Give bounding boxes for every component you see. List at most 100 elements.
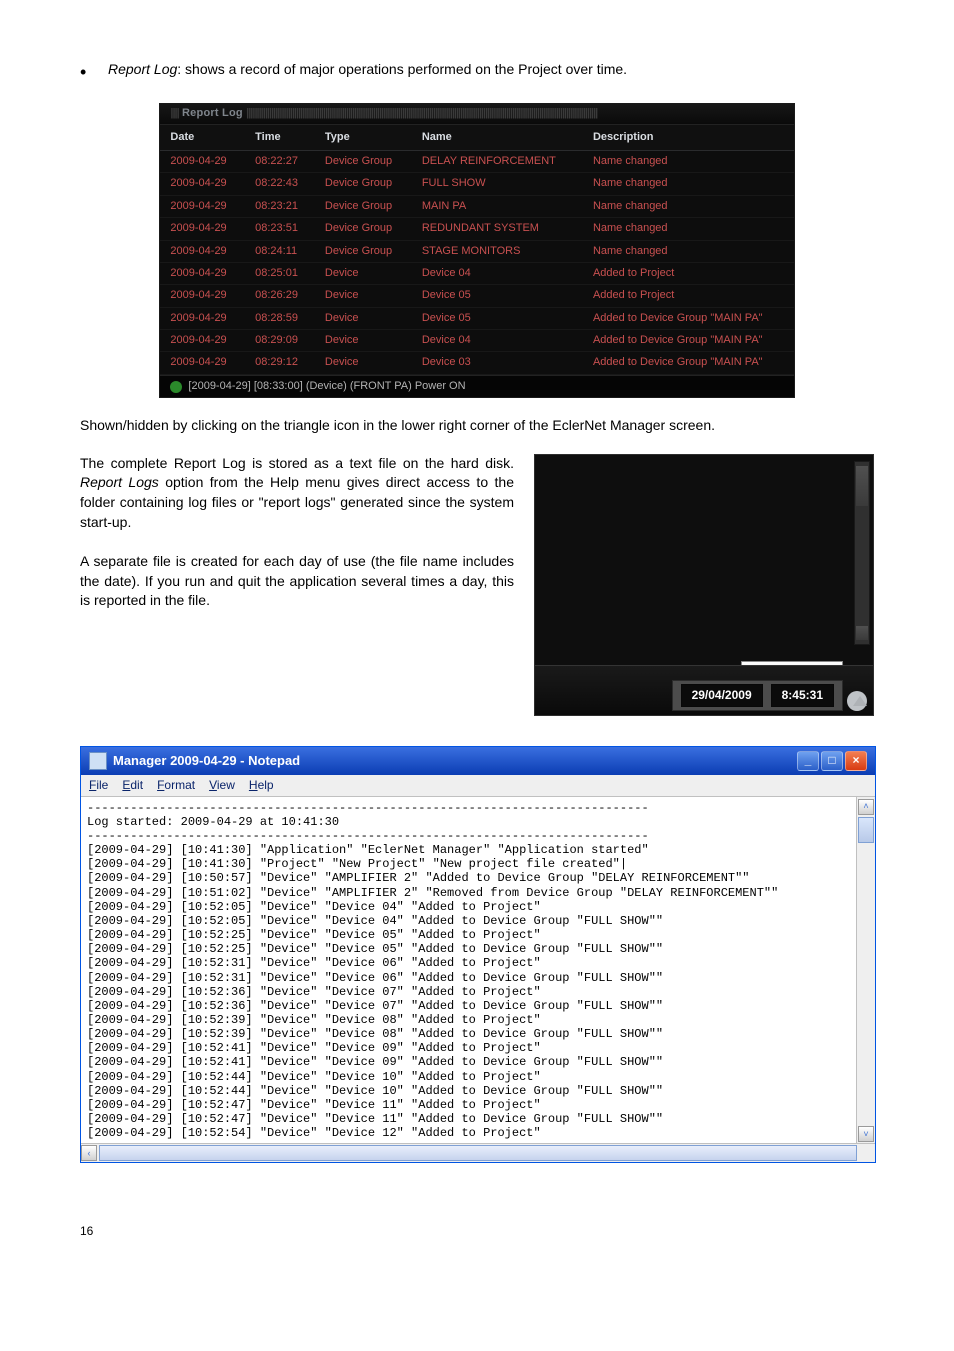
report-log-row[interactable]: 2009-04-2908:25:01DeviceDevice 04Added t… [160,262,793,284]
report-log-header[interactable]: Time [245,125,315,151]
report-log-row[interactable]: 2009-04-2908:23:21Device GroupMAIN PANam… [160,195,793,217]
report-log-cell: 08:26:29 [245,285,315,307]
report-log-title: Report Log [182,107,243,119]
para2-italic: Report Logs [80,474,159,490]
status-ok-icon [170,381,182,393]
report-log-cell: FULL SHOW [412,173,583,195]
menu-item-edit[interactable]: Edit [122,777,143,794]
para-report-log-storage: The complete Report Log is stored as a t… [80,454,514,532]
report-log-cell: Name changed [583,240,794,262]
notepad-menu-bar: File Edit Format View Help [81,775,875,797]
mini-scroll-thumb-top[interactable] [856,466,868,506]
report-log-header[interactable]: Type [315,125,412,151]
report-log-row[interactable]: 2009-04-2908:26:29DeviceDevice 05Added t… [160,285,793,307]
report-log-cell: 08:22:27 [245,150,315,172]
report-log-cell: 2009-04-29 [160,307,245,329]
hscroll-thumb[interactable] [99,1145,857,1161]
bullet-icon: • [80,60,108,85]
report-log-cell: Device Group [315,150,412,172]
notepad-titlebar[interactable]: Manager 2009-04-29 - Notepad _ □ × [81,747,875,775]
menu-item-file[interactable]: File [89,777,108,794]
report-log-cell: 2009-04-29 [160,262,245,284]
report-log-header[interactable]: Description [583,125,794,151]
report-log-cell: Device [315,285,412,307]
report-log-cell: Device [315,330,412,352]
notepad-vscroll[interactable]: ˄ ˅ [856,797,875,1145]
scroll-down-icon[interactable]: ˅ [858,1126,874,1142]
stripe-right: ||||||||||||||||||||||||||||||||||||||||… [246,107,597,119]
report-log-row[interactable]: 2009-04-2908:29:12DeviceDevice 03Added t… [160,352,793,374]
mini-clock: 29/04/2009 8:45:31 [672,680,843,711]
report-log-cell: STAGE MONITORS [412,240,583,262]
para-shown-hidden: Shown/hidden by clicking on the triangle… [80,416,874,436]
para-separate-file: A separate file is created for each day … [80,552,514,611]
report-log-cell: 08:29:12 [245,352,315,374]
notepad-window: Manager 2009-04-29 - Notepad _ □ × File E… [80,746,876,1164]
report-log-cell: 08:24:11 [245,240,315,262]
mini-scroll-thumb-bottom[interactable] [856,626,868,640]
report-log-row[interactable]: 2009-04-2908:23:51Device GroupREDUNDANT … [160,218,793,240]
report-log-cell: 08:28:59 [245,307,315,329]
report-log-cell: Added to Project [583,262,794,284]
report-log-cell: Added to Project [583,285,794,307]
report-log-cell: Device [315,307,412,329]
report-log-cell: Device Group [315,173,412,195]
report-log-row[interactable]: 2009-04-2908:22:27Device GroupDELAY REIN… [160,150,793,172]
report-log-cell: Device 04 [412,330,583,352]
mini-statusbar: 29/04/2009 8:45:31 [535,665,873,715]
intro-label: Report Log [108,61,177,77]
report-log-cell: REDUNDANT SYSTEM [412,218,583,240]
report-log-cell: 2009-04-29 [160,173,245,195]
minimize-button[interactable]: _ [797,751,819,771]
menu-item-format[interactable]: Format [157,777,195,794]
report-log-header[interactable]: Name [412,125,583,151]
report-log-cell: Device Group [315,240,412,262]
scroll-up-icon[interactable]: ˄ [858,799,874,815]
report-log-row[interactable]: 2009-04-2908:28:59DeviceDevice 05Added t… [160,307,793,329]
report-log-cell: 2009-04-29 [160,195,245,217]
report-log-cell: 2009-04-29 [160,352,245,374]
report-log-cell: 2009-04-29 [160,218,245,240]
vscroll-thumb[interactable] [858,817,874,843]
report-log-cell: Device 03 [412,352,583,374]
mini-screenshot: Hide Report Log 29/04/2009 8:45:31 [534,454,874,716]
report-log-row[interactable]: 2009-04-2908:24:11Device GroupSTAGE MONI… [160,240,793,262]
close-button[interactable]: × [845,751,867,771]
report-log-row[interactable]: 2009-04-2908:22:43Device GroupFULL SHOWN… [160,173,793,195]
notepad-text-area[interactable]: ----------------------------------------… [81,797,875,1163]
intro-paragraph: • Report Log: shows a record of major op… [80,60,874,85]
report-log-panel: |||| Report Log ||||||||||||||||||||||||… [159,103,794,398]
report-log-cell: Device 04 [412,262,583,284]
report-log-cell: 2009-04-29 [160,285,245,307]
report-log-row[interactable]: 2009-04-2908:29:09DeviceDevice 04Added t… [160,330,793,352]
report-log-cell: Device Group [315,218,412,240]
report-log-cell: Device [315,262,412,284]
toggle-report-log-button[interactable] [847,691,867,711]
scroll-left-icon[interactable]: ‹ [81,1145,97,1161]
report-log-status: [2009-04-29] [08:33:00] (Device) (FRONT … [160,375,793,397]
mini-scrollbar[interactable] [854,461,870,645]
report-log-header[interactable]: Date [160,125,245,151]
menu-item-help[interactable]: Help [249,777,274,794]
report-log-cell: Name changed [583,173,794,195]
report-log-cell: 08:25:01 [245,262,315,284]
maximize-button[interactable]: □ [821,751,843,771]
report-log-cell: 2009-04-29 [160,150,245,172]
report-log-cell: DELAY REINFORCEMENT [412,150,583,172]
report-log-cell: Name changed [583,218,794,240]
report-log-table: DateTimeTypeNameDescription 2009-04-2908… [160,125,793,375]
report-log-cell: 2009-04-29 [160,240,245,262]
notepad-hscroll[interactable]: ‹ › [81,1143,875,1162]
notepad-title: Manager 2009-04-29 - Notepad [113,752,300,770]
report-log-cell: 08:29:09 [245,330,315,352]
mini-date: 29/04/2009 [681,684,763,707]
report-log-cell: Device Group [315,195,412,217]
report-log-cell: Device 05 [412,307,583,329]
report-log-cell: 2009-04-29 [160,330,245,352]
status-text: [2009-04-29] [08:33:00] (Device) (FRONT … [188,379,465,394]
intro-text: : shows a record of major operations per… [177,61,627,77]
menu-item-view[interactable]: View [209,777,235,794]
report-log-cell: Name changed [583,195,794,217]
report-log-cell: 08:23:21 [245,195,315,217]
page-number: 16 [80,1223,874,1240]
